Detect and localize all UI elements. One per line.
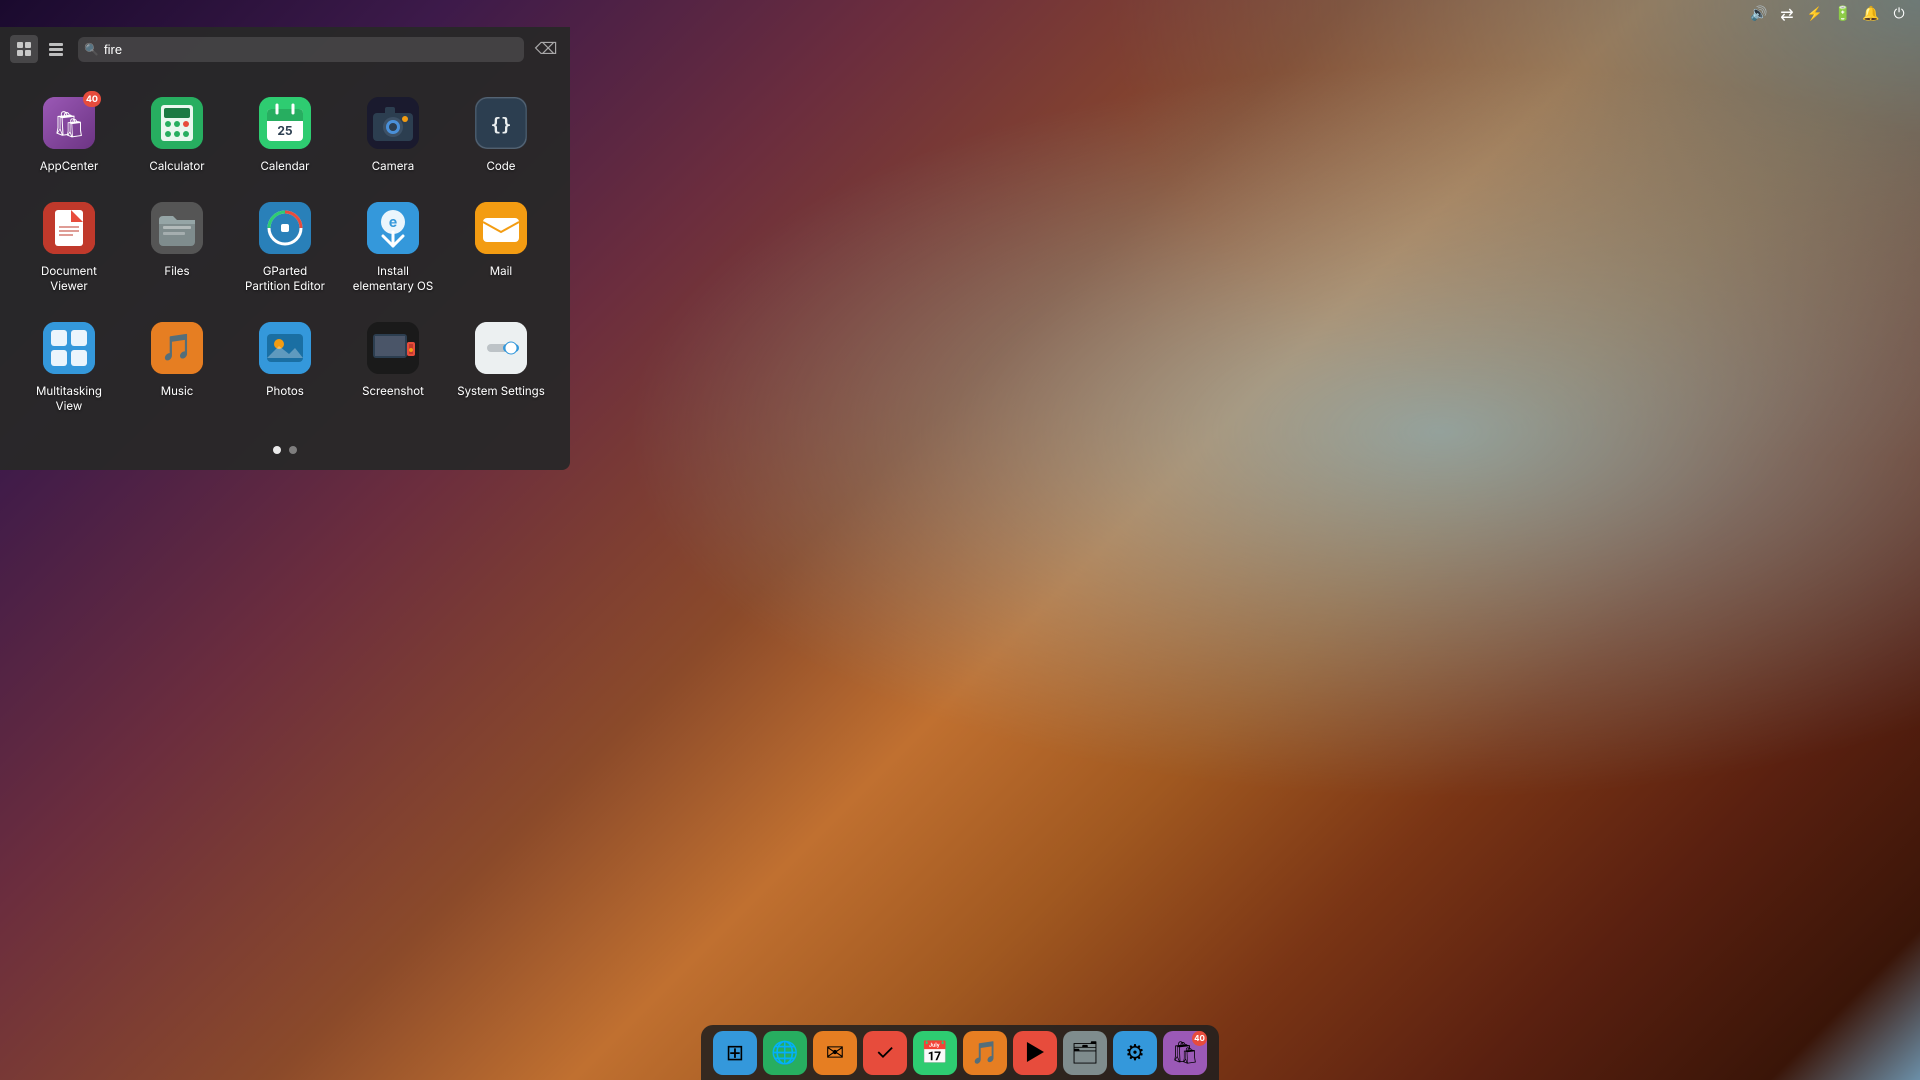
svg-text:🛍: 🛍 [52,109,85,140]
app-item-calculator[interactable]: Calculator [123,81,231,186]
dock-item-mail-dock[interactable]: ✉ [813,1031,857,1075]
app-label-document-viewer: Document Viewer [24,264,114,294]
app-label-photos: Photos [266,384,304,399]
app-launcher: ⌫ 🛍 40 AppCenter Calculator 25 Calendar [0,27,570,470]
app-item-document-viewer[interactable]: Document Viewer [15,186,123,306]
app-icon-wrapper-document-viewer [39,198,99,258]
list-view-button[interactable] [42,35,70,63]
app-badge-appcenter: 40 [83,91,101,107]
network-icon[interactable]: ⇄ [1778,5,1796,23]
app-item-photos[interactable]: Photos [231,306,339,426]
app-icon-document-viewer [43,202,95,254]
app-label-appcenter: AppCenter [40,159,99,174]
app-icon-calculator [151,97,203,149]
app-icon-wrapper-install-elementary: e [363,198,423,258]
app-item-screenshot[interactable]: Screenshot [339,306,447,426]
page-dot-2[interactable] [289,446,297,454]
app-grid: 🛍 40 AppCenter Calculator 25 Calendar [0,71,570,436]
app-icon-wrapper-system-settings [471,318,531,378]
page-dot-1[interactable] [273,446,281,454]
search-input[interactable] [78,37,524,62]
app-icon-system-settings [475,322,527,374]
app-item-appcenter[interactable]: 🛍 40 AppCenter [15,81,123,186]
app-label-calendar: Calendar [261,159,310,174]
app-icon-wrapper-calculator [147,93,207,153]
app-item-files[interactable]: Files [123,186,231,306]
app-icon-wrapper-multitasking [39,318,99,378]
app-icon-wrapper-mail [471,198,531,258]
app-label-system-settings: System Settings [457,384,545,399]
launcher-topbar: ⌫ [0,27,570,71]
dock-item-calendar-dock[interactable]: 📅 [913,1031,957,1075]
dock-item-music-dock[interactable]: 🎵 [963,1031,1007,1075]
grid-view-button[interactable] [10,35,38,63]
dock-item-multitasking-dock[interactable]: ⊞ [713,1031,757,1075]
app-icon-wrapper-gparted [255,198,315,258]
power-icon[interactable]: ⏻ [1890,5,1908,23]
dock-item-browser-dock[interactable]: 🌐 [763,1031,807,1075]
app-icon-wrapper-photos [255,318,315,378]
dock-item-media-dock[interactable]: ▶ [1013,1031,1057,1075]
app-item-code[interactable]: {} Code [447,81,555,186]
dock-item-appcenter-dock[interactable]: 🛍40 [1163,1031,1207,1075]
notification-icon[interactable]: 🔔 [1862,5,1880,23]
search-container [78,37,524,62]
app-label-install-elementary: Install elementary OS [348,264,438,294]
app-icon-screenshot [367,322,419,374]
app-icon-multitasking [43,322,95,374]
app-icon-mail [475,202,527,254]
app-icon-code: {} [475,97,527,149]
app-label-gparted: GParted Partition Editor [240,264,330,294]
app-icon-photos [259,322,311,374]
app-icon-music: 🎵 [151,322,203,374]
dock-item-settings-dock[interactable]: ⚙ [1113,1031,1157,1075]
svg-text:25: 25 [277,123,293,138]
app-label-mail: Mail [490,264,512,279]
app-icon-calendar: 25 [259,97,311,149]
app-icon-wrapper-music: 🎵 [147,318,207,378]
dock-item-files-dock[interactable]: 🗂 [1063,1031,1107,1075]
app-icon-wrapper-files [147,198,207,258]
app-item-multitasking[interactable]: Multitasking View [15,306,123,426]
svg-text:🎵: 🎵 [161,332,193,363]
app-item-install-elementary[interactable]: e Install elementary OS [339,186,447,306]
app-icon-wrapper-code: {} [471,93,531,153]
clear-search-button[interactable]: ⌫ [532,35,560,63]
top-panel: 🔊 ⇄ ⚡ 🔋 🔔 ⏻ [0,0,1920,27]
panel-right: 🔊 ⇄ ⚡ 🔋 🔔 ⏻ [1750,5,1908,23]
app-label-files: Files [164,264,189,279]
app-item-gparted[interactable]: GParted Partition Editor [231,186,339,306]
app-label-code: Code [486,159,515,174]
app-icon-wrapper-appcenter: 🛍 40 [39,93,99,153]
svg-text:e: e [389,214,397,231]
app-item-system-settings[interactable]: System Settings [447,306,555,426]
battery-icon[interactable]: 🔋 [1834,5,1852,23]
view-toggle [10,35,70,63]
dock-item-tasks-dock[interactable]: ✓ [863,1031,907,1075]
app-label-music: Music [161,384,194,399]
volume-icon[interactable]: 🔊 [1750,5,1768,23]
app-icon-wrapper-camera [363,93,423,153]
app-item-music[interactable]: 🎵 Music [123,306,231,426]
svg-text:{}: {} [491,116,512,136]
app-label-screenshot: Screenshot [362,384,424,399]
app-label-multitasking: Multitasking View [24,384,114,414]
app-item-mail[interactable]: Mail [447,186,555,306]
app-label-camera: Camera [372,159,414,174]
dock: ⊞🌐✉✓📅🎵▶🗂⚙🛍40 [701,1025,1219,1080]
dock-badge-appcenter-dock: 40 [1192,1031,1207,1046]
app-item-calendar[interactable]: 25 Calendar [231,81,339,186]
app-icon-install-elementary: e [367,202,419,254]
app-icon-files [151,202,203,254]
bluetooth-icon[interactable]: ⚡ [1806,5,1824,23]
app-item-camera[interactable]: Camera [339,81,447,186]
app-icon-camera [367,97,419,149]
app-icon-wrapper-screenshot [363,318,423,378]
app-icon-gparted [259,202,311,254]
app-icon-wrapper-calendar: 25 [255,93,315,153]
app-label-calculator: Calculator [149,159,204,174]
page-indicators [0,436,570,454]
